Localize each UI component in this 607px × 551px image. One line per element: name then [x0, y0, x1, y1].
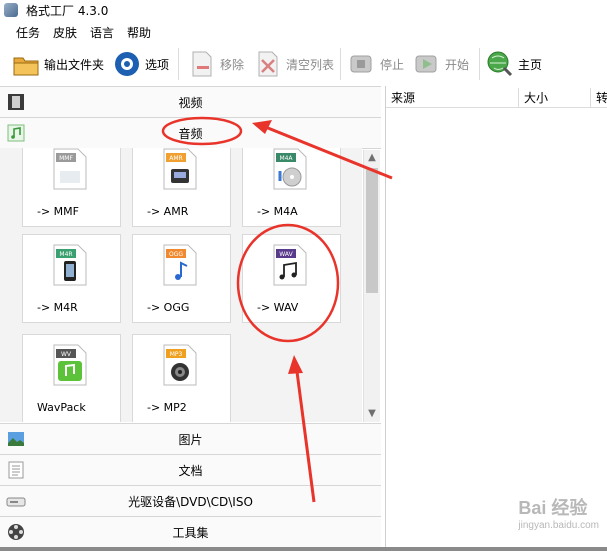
- format-tile-mp2[interactable]: MP3 -> MP2: [132, 334, 231, 422]
- tile-label: -> AMR: [147, 205, 189, 218]
- format-tile-m4r[interactable]: M4R -> M4R: [22, 234, 121, 323]
- tile-label: -> M4A: [257, 205, 298, 218]
- tile-label: -> MP2: [147, 401, 187, 414]
- menu-language[interactable]: 语言: [90, 24, 114, 41]
- scroll-up-arrow-icon[interactable]: ▲: [364, 150, 380, 166]
- baidu-watermark: Bai 经验 jingyan.baidu.com: [518, 494, 599, 531]
- clear-list-button[interactable]: 清空列表: [254, 48, 334, 80]
- menu-bar: 任务 皮肤 语言 帮助: [0, 22, 607, 42]
- home-button[interactable]: 主页: [486, 48, 542, 80]
- column-source[interactable]: 来源: [386, 88, 519, 108]
- tile-badge: WV: [61, 351, 72, 358]
- home-globe-icon: [487, 51, 513, 77]
- category-document[interactable]: 文档: [0, 454, 381, 486]
- menu-help[interactable]: 帮助: [127, 24, 151, 41]
- tile-badge: M4R: [59, 251, 72, 258]
- tile-label: -> M4R: [37, 301, 78, 314]
- tile-badge: MP3: [170, 351, 183, 358]
- scroll-thumb[interactable]: [366, 168, 378, 293]
- scroll-down-arrow-icon[interactable]: ▼: [364, 406, 380, 422]
- wavpack-file-icon: WV: [53, 344, 87, 386]
- column-convert[interactable]: 转: [591, 88, 607, 108]
- format-tile-m4a[interactable]: M4A -> M4A: [242, 148, 341, 227]
- stop-button[interactable]: 停止: [348, 48, 404, 80]
- stop-icon: [350, 55, 372, 73]
- toolbar-separator: [178, 48, 179, 80]
- m4r-file-icon: M4R: [53, 244, 87, 286]
- tile-badge: OGG: [169, 251, 183, 258]
- tile-badge: AMR: [169, 155, 182, 162]
- format-tile-mmf[interactable]: MMF -> MMF: [22, 148, 121, 227]
- output-folder-button[interactable]: 输出文件夹: [12, 48, 104, 80]
- app-icon: [4, 3, 18, 17]
- tile-label: -> WAV: [257, 301, 299, 314]
- format-tile-wav[interactable]: WAV -> WAV: [242, 234, 341, 323]
- audio-format-grid: MMF -> MMF AMR -> AMR M4A -> M4A M4R -> …: [0, 148, 362, 422]
- tile-badge: MMF: [59, 155, 73, 162]
- folder-icon: [13, 57, 39, 76]
- watermark-main: Bai 经验: [518, 498, 588, 518]
- clear-list-icon: [258, 51, 278, 77]
- category-audio[interactable]: 音频: [0, 117, 381, 149]
- m4a-file-icon: M4A: [273, 148, 307, 190]
- title-bar: 格式工厂 4.3.0: [0, 0, 607, 20]
- ogg-file-icon: OGG: [163, 244, 197, 286]
- category-tools[interactable]: 工具集: [0, 516, 381, 548]
- toolbar-separator: [340, 48, 341, 80]
- options-icon: [115, 52, 139, 76]
- remove-icon: [192, 51, 212, 77]
- tile-label: -> OGG: [147, 301, 190, 314]
- toolbar: 输出文件夹 选项 移除 清空列表 停止 开始 主页: [0, 44, 607, 84]
- format-tile-ogg[interactable]: OGG -> OGG: [132, 234, 231, 323]
- category-disc[interactable]: 光驱设备\DVD\CD\ISO: [0, 485, 381, 517]
- category-image[interactable]: 图片: [0, 423, 381, 455]
- format-tile-amr[interactable]: AMR -> AMR: [132, 148, 231, 227]
- tile-badge: M4A: [279, 155, 293, 162]
- format-tile-wavpack[interactable]: WV WavPack: [22, 334, 121, 422]
- amr-file-icon: AMR: [163, 148, 197, 190]
- grid-scrollbar[interactable]: ▲ ▼: [363, 150, 380, 422]
- mp2-file-icon: MP3: [163, 344, 197, 386]
- menu-task[interactable]: 任务: [16, 24, 40, 41]
- start-icon: [415, 55, 437, 73]
- toolbar-separator: [479, 48, 480, 80]
- category-video[interactable]: 视频: [0, 86, 381, 118]
- file-list-panel: 来源 大小 转: [385, 86, 607, 551]
- tile-badge: WAV: [279, 251, 293, 258]
- remove-button[interactable]: 移除: [188, 48, 244, 80]
- column-size[interactable]: 大小: [519, 88, 591, 108]
- mmf-file-icon: MMF: [53, 148, 87, 190]
- status-bar-edge: [0, 547, 607, 551]
- menu-skin[interactable]: 皮肤: [53, 24, 77, 41]
- options-button[interactable]: 选项: [113, 48, 169, 80]
- start-button[interactable]: 开始: [413, 48, 469, 80]
- window-title: 格式工厂 4.3.0: [26, 4, 109, 18]
- watermark-sub: jingyan.baidu.com: [518, 520, 599, 531]
- wav-file-icon: WAV: [273, 244, 307, 286]
- tile-label: -> MMF: [37, 205, 79, 218]
- tile-label: WavPack: [37, 401, 86, 414]
